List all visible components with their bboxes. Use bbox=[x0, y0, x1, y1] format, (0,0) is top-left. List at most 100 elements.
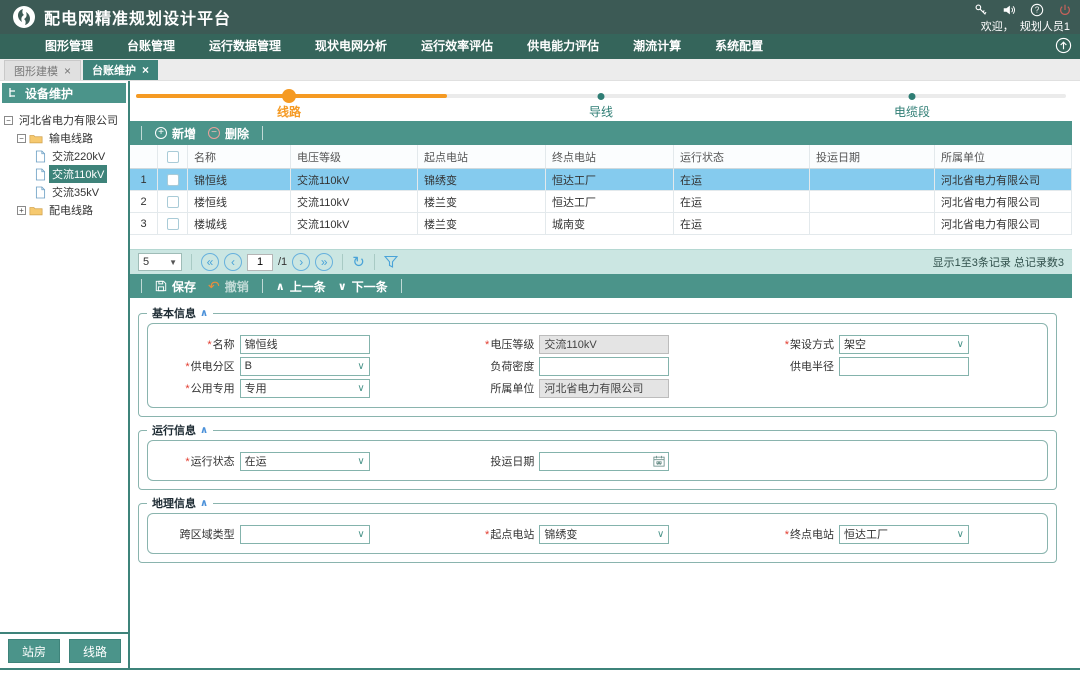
undo-button[interactable]: ↶ 撤销 bbox=[204, 278, 253, 295]
close-icon[interactable]: × bbox=[64, 65, 71, 77]
expand-toggle[interactable]: + bbox=[17, 206, 26, 215]
field-label-voltage: 电压等级 bbox=[448, 336, 535, 352]
next-record-button[interactable]: ∨ 下一条 bbox=[334, 278, 392, 295]
menu-item-grid-analysis[interactable]: 现状电网分析 bbox=[298, 34, 404, 59]
tree-node-transmission-lines[interactable]: − 输电线路 bbox=[4, 129, 128, 147]
field-label-radius: 供电半径 bbox=[747, 358, 834, 374]
status-select[interactable]: 在运 ∨ bbox=[240, 452, 370, 471]
collapse-icon[interactable]: ∧ bbox=[200, 498, 208, 509]
chevron-down-icon: ∨ bbox=[357, 456, 364, 467]
section-title: 基本信息 bbox=[152, 305, 196, 321]
page-title: 配电网精准规划设计平台 bbox=[44, 5, 231, 29]
chevron-down-icon: ∨ bbox=[357, 529, 364, 540]
menu-item-system-config[interactable]: 系统配置 bbox=[698, 34, 780, 59]
table-row[interactable]: 3 楼城线 交流110kV 楼兰变 城南变 在运 河北省电力有限公司 bbox=[130, 213, 1072, 235]
load-density-input[interactable] bbox=[539, 357, 669, 376]
delete-button[interactable]: − 删除 bbox=[204, 125, 253, 142]
field-label-cross-region: 跨区域类型 bbox=[148, 526, 235, 542]
sidebar-footer: 站房 线路 bbox=[0, 632, 128, 668]
save-button[interactable]: 保存 bbox=[151, 278, 200, 295]
device-tree-sidebar: 设备维护 − 河北省电力有限公司 − 输电线路 交流220kV bbox=[0, 81, 130, 668]
tab-graphic-modeling[interactable]: 图形建模 × bbox=[4, 60, 81, 80]
step-dot-conductor[interactable] bbox=[598, 93, 605, 100]
page-total: /1 bbox=[278, 256, 287, 268]
step-dot-cable-section[interactable] bbox=[909, 93, 916, 100]
collapse-icon[interactable]: ∧ bbox=[200, 308, 208, 319]
calendar-icon[interactable] bbox=[653, 455, 665, 467]
table-header-row: 名称 电压等级 起点电站 终点电站 运行状态 投运日期 所属单位 bbox=[130, 145, 1072, 169]
tree-node-company[interactable]: − 河北省电力有限公司 bbox=[4, 111, 128, 129]
row-checkbox[interactable] bbox=[167, 218, 179, 230]
step-label-cable-section[interactable]: 电缆段 bbox=[894, 103, 930, 120]
separator bbox=[262, 279, 263, 293]
sound-icon[interactable] bbox=[1002, 3, 1016, 17]
table-row[interactable]: 2 楼恒线 交流110kV 楼兰变 恒达工厂 在运 河北省电力有限公司 bbox=[130, 191, 1072, 213]
chevron-up-icon: ∧ bbox=[276, 280, 285, 293]
menu-item-ledger-mgmt[interactable]: 台账管理 bbox=[110, 34, 192, 59]
tab-bar: 图形建模 × 台账维护 × bbox=[0, 59, 1080, 81]
erection-select[interactable]: 架空 ∨ bbox=[839, 335, 969, 354]
name-input[interactable] bbox=[240, 335, 370, 354]
section-operation-info: 运行信息 ∧ 运行状态 在运 ∨ 投运日期 bbox=[138, 422, 1057, 490]
power-icon[interactable] bbox=[1058, 3, 1072, 17]
add-button[interactable]: + 新增 bbox=[151, 125, 200, 142]
page-size-select[interactable]: 5 ▼ bbox=[138, 253, 182, 271]
last-page-button[interactable]: » bbox=[315, 253, 333, 271]
tree-node-ac35kv[interactable]: 交流35kV bbox=[4, 183, 128, 201]
select-all-checkbox[interactable] bbox=[167, 151, 179, 163]
select-all-cell bbox=[158, 145, 188, 169]
field-label-status: 运行状态 bbox=[148, 453, 235, 469]
field-label-name: 名称 bbox=[148, 336, 235, 352]
collapse-toggle[interactable]: − bbox=[4, 116, 13, 125]
supply-zone-select[interactable]: B ∨ bbox=[240, 357, 370, 376]
separator bbox=[342, 254, 343, 270]
detail-form: 基本信息 ∧ 名称 电压等级 交流110kV 架设 bbox=[130, 298, 1072, 668]
next-page-button[interactable]: › bbox=[292, 253, 310, 271]
public-private-select[interactable]: 专用 ∨ bbox=[240, 379, 370, 398]
row-checkbox[interactable] bbox=[167, 196, 179, 208]
field-label-zone: 供电分区 bbox=[148, 358, 235, 374]
collapse-up-icon[interactable] bbox=[1055, 37, 1072, 59]
separator bbox=[374, 254, 375, 270]
document-icon bbox=[35, 186, 46, 199]
menu-item-graphic-mgmt[interactable]: 图形管理 bbox=[28, 34, 110, 59]
tree-node-ac110kv[interactable]: 交流110kV bbox=[4, 165, 128, 183]
end-station-select[interactable]: 恒达工厂 ∨ bbox=[839, 525, 969, 544]
prev-record-button[interactable]: ∧ 上一条 bbox=[272, 278, 330, 295]
help-icon[interactable]: ? bbox=[1030, 3, 1044, 17]
minus-circle-icon: − bbox=[208, 127, 220, 139]
collapse-toggle[interactable]: − bbox=[17, 134, 26, 143]
supply-radius-input[interactable] bbox=[839, 357, 969, 376]
collapse-icon[interactable]: ∧ bbox=[200, 425, 208, 436]
menu-item-power-flow[interactable]: 潮流计算 bbox=[616, 34, 698, 59]
tree-node-distribution-lines[interactable]: + 配电线路 bbox=[4, 201, 128, 219]
field-label-end-station: 终点电站 bbox=[747, 526, 834, 542]
tools-icon[interactable] bbox=[974, 3, 988, 17]
tab-ledger-maintenance[interactable]: 台账维护 × bbox=[83, 60, 158, 80]
commission-date-input[interactable] bbox=[539, 452, 669, 471]
field-label-unit: 所属单位 bbox=[448, 380, 535, 396]
menu-item-operation-data[interactable]: 运行数据管理 bbox=[192, 34, 298, 59]
field-label-commission-date: 投运日期 bbox=[448, 453, 535, 469]
start-station-select[interactable]: 锦绣变 ∨ bbox=[539, 525, 669, 544]
step-dot-line[interactable] bbox=[282, 89, 296, 103]
page-input[interactable] bbox=[247, 254, 273, 271]
separator bbox=[262, 126, 263, 140]
station-button[interactable]: 站房 bbox=[8, 639, 60, 663]
field-label-start-station: 起点电站 bbox=[448, 526, 535, 542]
prev-page-button[interactable]: ‹ bbox=[224, 253, 242, 271]
filter-icon[interactable] bbox=[384, 255, 398, 269]
refresh-icon[interactable]: ↻ bbox=[352, 255, 365, 270]
step-label-line[interactable]: 线路 bbox=[277, 103, 301, 120]
menu-item-efficiency-eval[interactable]: 运行效率评估 bbox=[404, 34, 510, 59]
step-label-conductor[interactable]: 导线 bbox=[589, 103, 613, 120]
table-row[interactable]: 1 锦恒线 交流110kV 锦绣变 恒达工厂 在运 河北省电力有限公司 bbox=[130, 169, 1072, 191]
first-page-button[interactable]: « bbox=[201, 253, 219, 271]
line-button[interactable]: 线路 bbox=[69, 639, 121, 663]
menu-item-capacity-eval[interactable]: 供电能力评估 bbox=[510, 34, 616, 59]
close-icon[interactable]: × bbox=[142, 64, 149, 76]
section-geo-info: 地理信息 ∧ 跨区域类型 ∨ 起点电站 bbox=[138, 495, 1057, 563]
tree-node-ac220kv[interactable]: 交流220kV bbox=[4, 147, 128, 165]
cross-region-select[interactable]: ∨ bbox=[240, 525, 370, 544]
row-checkbox[interactable] bbox=[167, 174, 179, 186]
